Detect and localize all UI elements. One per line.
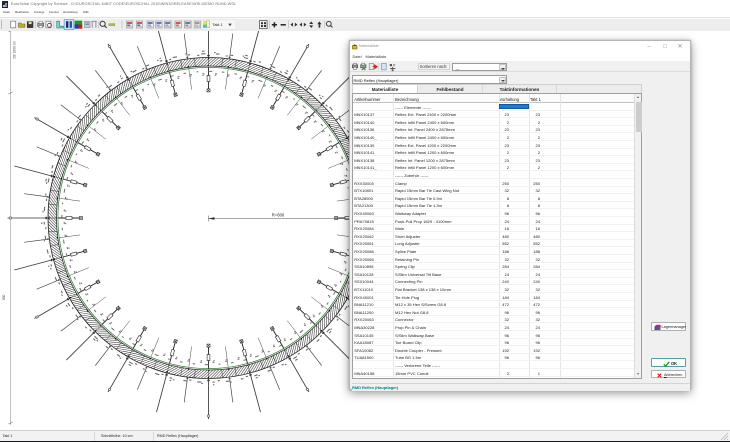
svg-text:800: 800 (2, 294, 6, 300)
svg-text:R=800: R=800 (272, 213, 285, 218)
svg-text:30/ 1600 cm: 30/ 1600 cm (12, 41, 16, 59)
svg-text:Takt 1: Takt 1 (213, 23, 223, 27)
